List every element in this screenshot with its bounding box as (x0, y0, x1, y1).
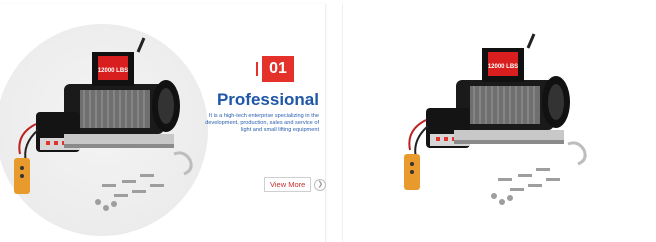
chevron-right-icon[interactable]: ❯ (314, 178, 327, 191)
winch-product-image-large[interactable]: 12000 LBS (398, 30, 594, 220)
motor-label: 12000 LBS (98, 68, 128, 74)
winch-product-image[interactable]: 12000 LBS (6, 34, 206, 224)
motor-label-large: 12000 LBS (488, 64, 518, 70)
feature-card: 12000 LBS 01 Professional It is a high-t… (0, 4, 327, 242)
feature-title: Professional (216, 90, 319, 109)
view-more-button[interactable]: View More (264, 177, 312, 192)
feature-description: It is a high-tech enterprise specializin… (205, 113, 319, 133)
view-more-group[interactable]: View More ❯ (264, 177, 327, 192)
feature-number-badge: 01 (256, 56, 294, 82)
